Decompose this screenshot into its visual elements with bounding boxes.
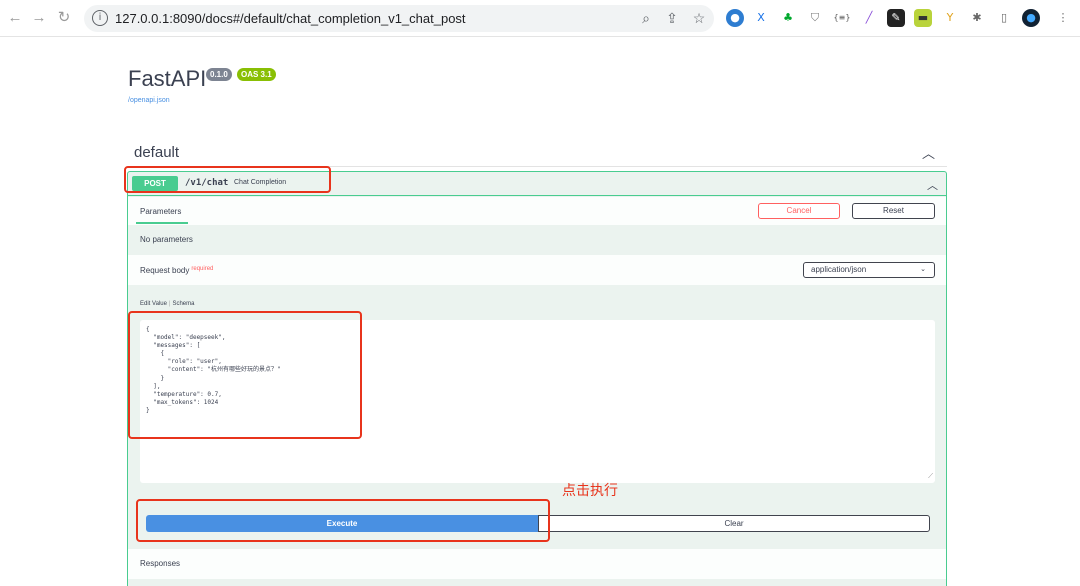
tab-edit-value[interactable]: Edit Value [140,301,167,307]
share-icon[interactable]: ⇪ [663,10,681,27]
evernote-ext-icon[interactable]: ♣ [779,9,797,27]
version-badge: 0.1.0 [206,68,232,81]
chevron-up-icon[interactable]: ︿ [927,177,938,193]
x-ext-icon[interactable]: X [752,9,770,27]
box-ext-icon[interactable]: ▬ [914,9,932,27]
request-body-title: Request body [140,266,190,275]
profile-avatar[interactable]: ● [1022,9,1040,27]
responses-header [128,549,946,579]
shield-ext-icon[interactable]: ⛉ [806,9,824,27]
chart-ext-icon[interactable]: ✎ [887,9,905,27]
cancel-button[interactable]: Cancel [758,203,840,219]
menu-kebab-icon[interactable]: ⋮ [1054,9,1072,27]
json-ext-icon[interactable]: {≡} [833,9,851,27]
globe-ext-icon[interactable]: ● [726,9,744,27]
chevron-down-icon: ⌄ [920,266,926,273]
bookmark-star-icon[interactable]: ☆ [690,10,708,27]
request-body-label: Request body required [140,266,213,275]
back-icon[interactable]: ← [6,9,24,27]
content-type-value: application/json [811,265,867,274]
reload-icon[interactable]: ↻ [55,9,73,27]
no-parameters-text: No parameters [140,235,193,244]
highlight-box-execute [136,499,550,542]
tab-parameters[interactable]: Parameters [140,207,181,216]
content-type-select[interactable]: application/json ⌄ [803,262,935,278]
required-flag: required [191,266,214,272]
pen-ext-icon[interactable]: ╱ [860,9,878,27]
tab-separator: | [168,301,171,307]
tab-schema[interactable]: Schema [172,301,194,307]
chevron-up-icon[interactable]: ︿ [922,143,935,162]
info-icon[interactable]: i [92,10,108,26]
forward-icon[interactable]: → [30,9,48,27]
clear-button[interactable]: Clear [538,515,930,532]
resize-handle-icon[interactable]: ⟋ [928,473,933,481]
annotation-click-execute: 点击执行 [562,483,618,499]
reset-button[interactable]: Reset [852,203,935,219]
address-bar[interactable]: i 127.0.0.1:8090/docs#/default/chat_comp… [84,5,714,32]
oas-badge: OAS 3.1 [237,68,276,81]
tab-underline [136,222,188,224]
highlight-box-request-body [128,311,362,439]
sidepanel-icon[interactable]: ▯ [995,9,1013,27]
responses-label: Responses [140,559,181,568]
highlight-box-endpoint [124,166,331,193]
tag-name: default [134,144,180,161]
openapi-json-link[interactable]: /openapi.json [128,97,170,104]
api-title: FastAPI [128,66,207,91]
url-text[interactable]: 127.0.0.1:8090/docs#/default/chat_comple… [115,11,466,26]
browser-toolbar: ← → ↻ i 127.0.0.1:8090/docs#/default/cha… [0,0,1080,37]
y-ext-icon[interactable]: Y [941,9,959,27]
body-view-tabs: Edit Value | Schema [140,301,194,307]
tag-section-header[interactable]: default ︿ [127,139,947,167]
puzzle-icon[interactable]: ✱ [968,9,986,27]
zoom-icon[interactable]: ⌕ [637,10,655,27]
